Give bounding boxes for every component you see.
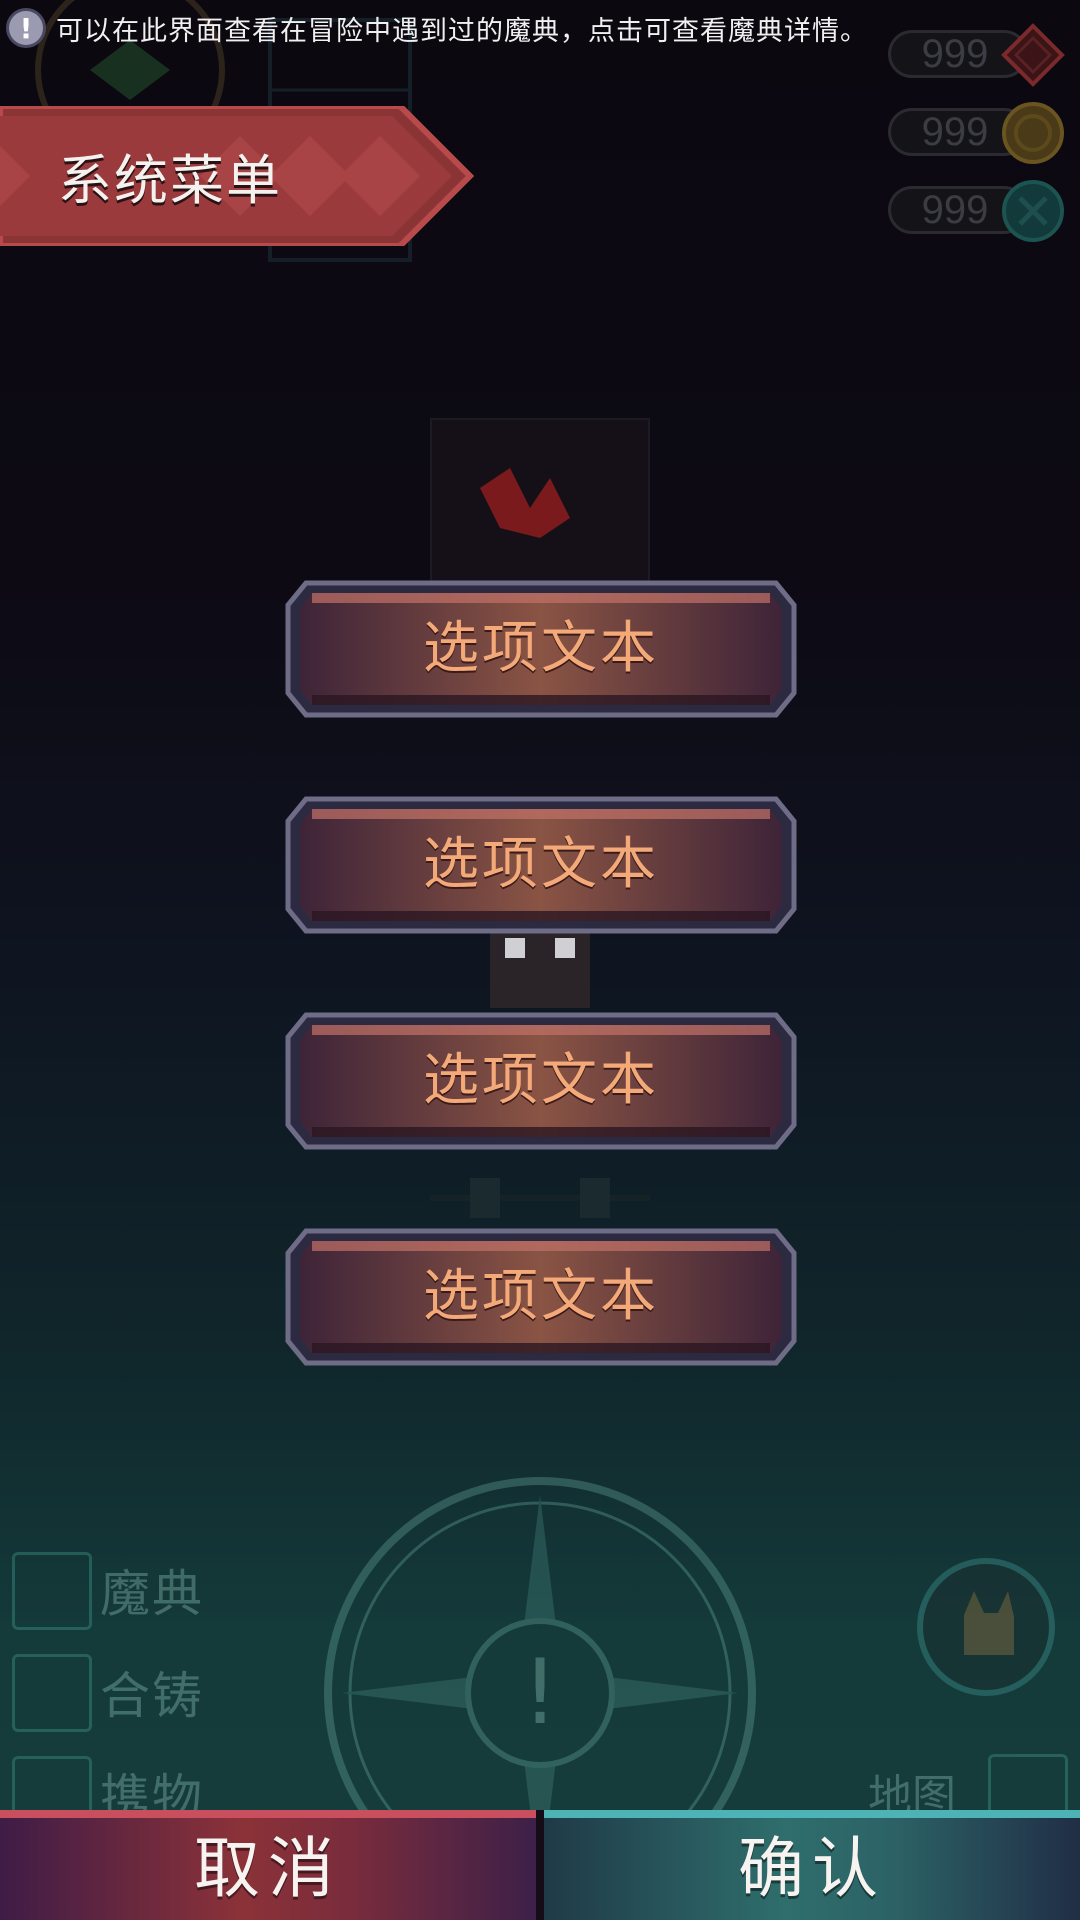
system-menu-banner: 系统菜单 bbox=[0, 103, 480, 249]
side-menu-forge: 合铸 bbox=[8, 1650, 208, 1736]
bottom-action-bar: 取消 确认 bbox=[0, 1810, 1080, 1920]
cancel-button-label: 取消 bbox=[194, 1830, 342, 1907]
confirm-button-label: 确认 bbox=[738, 1830, 886, 1907]
currency-gems-value: 999 bbox=[921, 32, 989, 76]
exclamation-info-icon: ! bbox=[6, 8, 46, 48]
side-menu-grimoire: 魔典 bbox=[8, 1548, 208, 1634]
side-menu-grimoire-label: 魔典 bbox=[100, 1565, 204, 1623]
menu-option-4[interactable]: 选项文本 bbox=[282, 1223, 800, 1371]
hint-text: 可以在此界面查看在冒险中遇到过的魔典，点击可查看魔典详情。 bbox=[56, 15, 868, 47]
menu-option-3[interactable]: 选项文本 bbox=[282, 1007, 800, 1155]
compass-center-glyph: ! bbox=[522, 1640, 558, 1745]
menu-option-1[interactable]: 选项文本 bbox=[282, 575, 800, 723]
page-title: 系统菜单 bbox=[58, 149, 282, 212]
teal-orb-icon bbox=[1002, 180, 1064, 242]
red-diamond-gem-icon bbox=[1001, 23, 1065, 87]
currency-orbs-value: 999 bbox=[921, 188, 989, 232]
confirm-button[interactable]: 确认 bbox=[544, 1810, 1080, 1920]
currency-coins: 999 bbox=[888, 100, 1066, 164]
menu-option-3-label: 选项文本 bbox=[423, 1048, 659, 1113]
grimoire-book-icon bbox=[12, 1552, 92, 1630]
menu-option-1-label: 选项文本 bbox=[423, 616, 659, 681]
currency-gems: 999 bbox=[888, 22, 1066, 87]
menu-option-4-label: 选项文本 bbox=[423, 1264, 659, 1329]
cancel-button[interactable]: 取消 bbox=[0, 1810, 536, 1920]
currency-coins-value: 999 bbox=[921, 110, 989, 154]
currency-orbs: 999 bbox=[888, 178, 1066, 242]
gold-coin-icon bbox=[1002, 102, 1064, 164]
side-menu-forge-label: 合铸 bbox=[100, 1667, 204, 1725]
hint-bar: ! 可以在此界面查看在冒险中遇到过的魔典，点击可查看魔典详情。 bbox=[6, 4, 868, 52]
pet-portrait-icon bbox=[917, 1558, 1055, 1696]
menu-option-2[interactable]: 选项文本 bbox=[282, 791, 800, 939]
bottom-divider bbox=[536, 1810, 544, 1920]
forge-icon bbox=[12, 1654, 92, 1732]
menu-option-2-label: 选项文本 bbox=[423, 832, 659, 897]
